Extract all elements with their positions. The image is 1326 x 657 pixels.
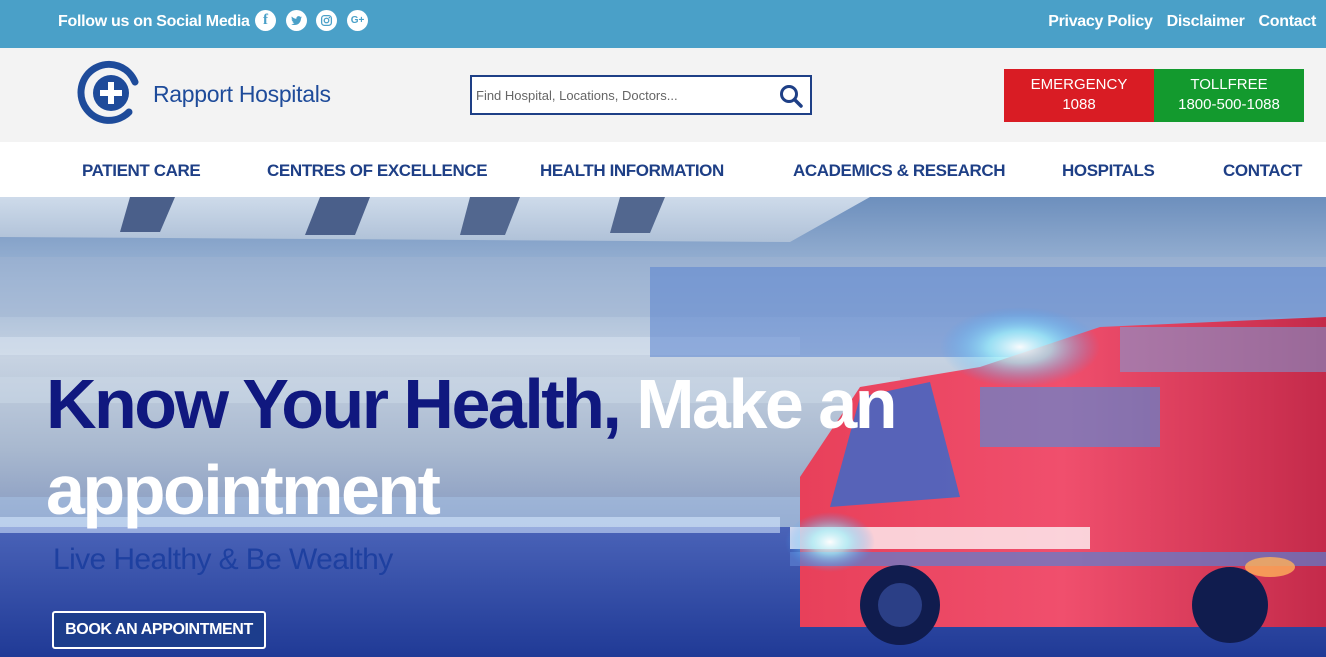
emergency-label: EMERGENCY: [1030, 76, 1128, 93]
twitter-icon[interactable]: [286, 10, 307, 31]
tollfree-label: TOLLFREE: [1190, 76, 1268, 93]
logo-icon[interactable]: [77, 60, 141, 124]
nav-health-information[interactable]: HEALTH INFORMATION: [540, 161, 724, 181]
tollfree-box[interactable]: TOLLFREE 1800-500-1088: [1154, 69, 1304, 122]
nav-centres-of-excellence[interactable]: CENTRES OF EXCELLENCE: [267, 161, 488, 181]
brand-name[interactable]: Rapport Hospitals: [153, 81, 331, 108]
nav-academics-research[interactable]: ACADEMICS & RESEARCH: [793, 161, 1005, 181]
instagram-icon[interactable]: [316, 10, 337, 31]
google-plus-icon[interactable]: G+: [347, 10, 368, 31]
hero-headline-blue: Know Your Health,: [46, 365, 622, 443]
top-links: Privacy Policy Disclaimer Contact: [1048, 13, 1316, 31]
top-bar: Follow us on Social Media f G+ Privacy P…: [0, 0, 1326, 48]
nav-hospitals[interactable]: HOSPITALS: [1062, 161, 1155, 181]
contact-link[interactable]: Contact: [1259, 13, 1317, 31]
disclaimer-link[interactable]: Disclaimer: [1167, 13, 1245, 31]
follow-label: Follow us on Social Media: [58, 13, 250, 30]
emergency-number: 1088: [1062, 96, 1096, 113]
search-box: [470, 75, 812, 115]
nav-patient-care[interactable]: PATIENT CARE: [82, 161, 201, 181]
book-appointment-button[interactable]: BOOK AN APPOINTMENT: [52, 611, 266, 649]
main-nav: PATIENT CARE CENTRES OF EXCELLENCE HEALT…: [0, 142, 1326, 197]
facebook-icon[interactable]: f: [255, 10, 276, 31]
hero-tagline: Live Healthy & Be Wealthy: [53, 543, 393, 576]
hero-banner: Know Your Health, Make an appointment Li…: [0, 197, 1326, 657]
emergency-box[interactable]: EMERGENCY 1088: [1004, 69, 1154, 122]
hero-headline: Know Your Health, Make an appointment: [46, 361, 946, 533]
nav-contact[interactable]: CONTACT: [1223, 161, 1302, 181]
tollfree-number: 1800-500-1088: [1178, 96, 1280, 113]
search-icon[interactable]: [778, 83, 804, 109]
search-input[interactable]: [474, 77, 774, 113]
site-header: Rapport Hospitals EMERGENCY 1088 TOLLFRE…: [0, 48, 1326, 142]
privacy-policy-link[interactable]: Privacy Policy: [1048, 13, 1153, 31]
